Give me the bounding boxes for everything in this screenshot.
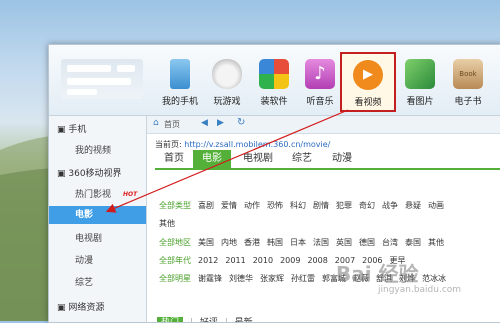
- sidebar-item-my-video[interactable]: 我的视频: [49, 142, 146, 160]
- filter-region-option[interactable]: 英国: [336, 237, 352, 248]
- filter-region-option[interactable]: 日本: [290, 237, 306, 248]
- tab-tv[interactable]: 电视剧: [235, 150, 281, 168]
- video-play-icon: ▶: [353, 60, 383, 90]
- filter-region-option[interactable]: 泰国: [405, 237, 421, 248]
- filter-star-option[interactable]: 孙红雷: [291, 273, 315, 284]
- sidebar-item-movie[interactable]: 电影: [49, 206, 146, 224]
- toolbar-label: 看图片: [406, 97, 434, 107]
- sidebar-item-hot[interactable]: 热门影视 HOT: [49, 186, 146, 204]
- sidebar-section-360[interactable]: ▣ 360移动视界: [57, 166, 122, 179]
- back-arrow-icon[interactable]: ◀: [201, 118, 208, 128]
- filter-type-option[interactable]: 战争: [382, 200, 398, 211]
- browser-navbar: ⌂ 首页 ◀ ▶ ↻: [147, 116, 500, 134]
- tab-movie[interactable]: 电影: [193, 150, 231, 168]
- filter-year-option[interactable]: 2008: [307, 256, 327, 265]
- forward-arrow-icon[interactable]: ▶: [217, 118, 224, 128]
- hot-badge: HOT: [123, 191, 138, 198]
- filter-all[interactable]: 全部明星: [159, 273, 191, 284]
- filter-type-option[interactable]: 悬疑: [405, 200, 421, 211]
- category-tabs: 首页 电影 电视剧 综艺 动漫: [155, 150, 500, 170]
- section-label: 网络资源: [68, 303, 105, 313]
- filter-star-option[interactable]: 谢霆锋: [198, 273, 222, 284]
- toolbar: 我的手机 玩游戏 装软件 ♪ 听音乐 ▶ 看视频 看图片 Book 电子书: [49, 45, 500, 116]
- filter-region-option[interactable]: 台湾: [382, 237, 398, 248]
- breadcrumb-prefix: 当前页:: [155, 140, 182, 149]
- filter-type-option[interactable]: 爱情: [221, 200, 237, 211]
- sort-row: 热门 | 好评 | 最新: [157, 315, 253, 322]
- filter-region-option[interactable]: 其他: [428, 237, 444, 248]
- filter-region-option[interactable]: 法国: [313, 237, 329, 248]
- section-label: 手机: [68, 125, 87, 135]
- picture-icon: [405, 59, 435, 89]
- toolbar-label: 玩游戏: [213, 97, 241, 107]
- sidebar-item-tv[interactable]: 电视剧: [49, 230, 146, 248]
- breadcrumb-url[interactable]: http://v.zsall.mobilem.360.cn/movie/: [184, 140, 330, 149]
- filter-type-option[interactable]: 动作: [244, 200, 260, 211]
- sidebar: ▣ 手机 我的视频 ▣ 360移动视界 热门影视 HOT 电影 电视剧 动漫 综…: [49, 116, 147, 322]
- tab-variety[interactable]: 综艺: [283, 150, 321, 168]
- toolbar-games[interactable]: 玩游戏: [202, 59, 252, 107]
- sidebar-item-label: 热门影视: [75, 190, 112, 200]
- filter-type-option[interactable]: 其他: [159, 218, 175, 229]
- watermark-logo: Bai 经验: [336, 262, 419, 286]
- gamepad-icon: [212, 59, 242, 89]
- tab-anime[interactable]: 动漫: [323, 150, 361, 168]
- filter-type-option[interactable]: 奇幻: [359, 200, 375, 211]
- filter-type-option[interactable]: 动画: [428, 200, 444, 211]
- refresh-icon[interactable]: ↻: [237, 117, 245, 128]
- filter-star-option[interactable]: 张家辉: [260, 273, 284, 284]
- toolbar-pictures[interactable]: 看图片: [395, 59, 445, 107]
- filter-region-option[interactable]: 德国: [359, 237, 375, 248]
- filter-region-option[interactable]: 韩国: [267, 237, 283, 248]
- toolbar-music[interactable]: ♪ 听音乐: [295, 59, 345, 107]
- filter-year-option[interactable]: 2011: [225, 256, 245, 265]
- sidebar-section-phone[interactable]: ▣ 手机: [57, 122, 86, 135]
- toolbar-ebook[interactable]: Book 电子书: [443, 59, 493, 107]
- filter-type-option[interactable]: 犯罪: [336, 200, 352, 211]
- breadcrumb: 当前页: http://v.zsall.mobilem.360.cn/movie…: [155, 139, 330, 150]
- tab-home[interactable]: 首页: [155, 150, 193, 168]
- filter-star-option[interactable]: 刘德华: [229, 273, 253, 284]
- home-link[interactable]: 首页: [164, 119, 180, 130]
- apps-icon: [259, 59, 289, 89]
- toolbar-video[interactable]: ▶ 看视频: [340, 52, 396, 112]
- filter-all[interactable]: 全部年代: [159, 255, 191, 266]
- toolbar-label: 装软件: [260, 97, 288, 107]
- filter-region-option[interactable]: 美国: [198, 237, 214, 248]
- toolbar-label: 我的手机: [161, 97, 198, 107]
- filter-year-option[interactable]: 2010: [253, 256, 273, 265]
- filter-region-option[interactable]: 内地: [221, 237, 237, 248]
- sidebar-section-web[interactable]: ▣ 网络资源: [57, 300, 104, 313]
- toolbar-label: 电子书: [454, 97, 482, 107]
- toolbar-label: 看视频: [354, 98, 382, 108]
- filter-type-option[interactable]: 剧情: [313, 200, 329, 211]
- book-icon: Book: [453, 59, 483, 89]
- music-icon: ♪: [305, 59, 335, 89]
- watermark-url: jingyan.baidu.com: [378, 285, 462, 295]
- filter-region-option[interactable]: 香港: [244, 237, 260, 248]
- home-icon[interactable]: ⌂: [153, 118, 159, 128]
- toolbar-label: 听音乐: [306, 97, 334, 107]
- filter-star-option[interactable]: 范冰冰: [422, 273, 446, 284]
- filter-year-option[interactable]: 2009: [280, 256, 300, 265]
- filter-type-row: 全部类型 喜剧 爱情 动作 恐怖 科幻 剧情 犯罪 奇幻 战争 悬疑 动画: [159, 200, 451, 211]
- filter-type-row-2: 其他: [159, 218, 182, 229]
- sort-hot[interactable]: 热门: [157, 317, 184, 322]
- sidebar-item-anime[interactable]: 动漫: [49, 252, 146, 270]
- profile-area: [61, 59, 143, 99]
- filter-all[interactable]: 全部类型: [159, 200, 191, 211]
- filter-region-row: 全部地区 美国 内地 香港 韩国 日本 法国 英国 德国 台湾 泰国 其他: [159, 237, 451, 248]
- filter-type-option[interactable]: 科幻: [290, 200, 306, 211]
- phone-icon: [170, 59, 190, 89]
- filter-year-option[interactable]: 2012: [198, 256, 218, 265]
- filter-type-option[interactable]: 恐怖: [267, 200, 283, 211]
- filter-type-option[interactable]: 喜剧: [198, 200, 214, 211]
- filter-all[interactable]: 全部地区: [159, 237, 191, 248]
- app-window: 我的手机 玩游戏 装软件 ♪ 听音乐 ▶ 看视频 看图片 Book 电子书 ▣ …: [48, 44, 500, 323]
- toolbar-my-phone[interactable]: 我的手机: [155, 59, 205, 107]
- sidebar-item-variety[interactable]: 综艺: [49, 274, 146, 292]
- section-label: 360移动视界: [68, 169, 122, 179]
- toolbar-apps[interactable]: 装软件: [249, 59, 299, 107]
